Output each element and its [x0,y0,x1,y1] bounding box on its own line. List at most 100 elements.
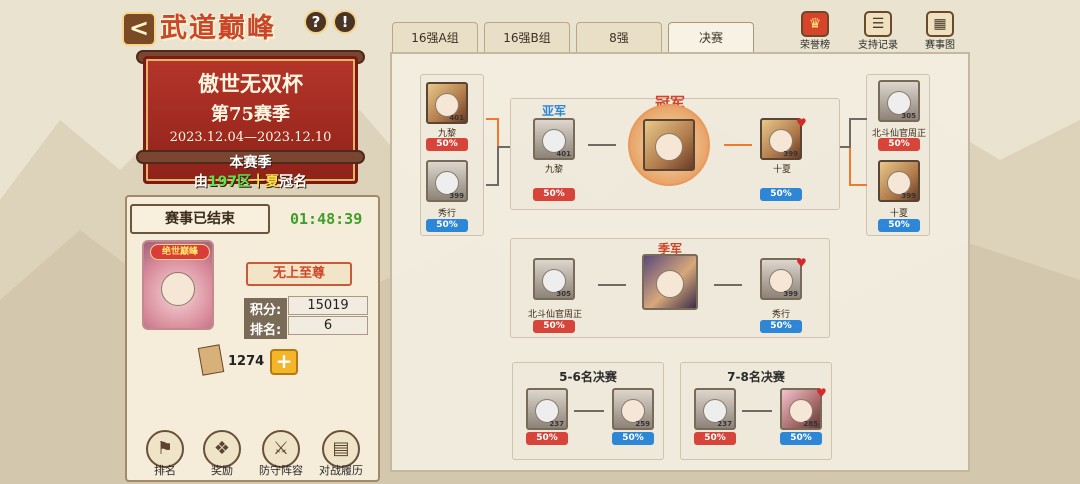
support-percent: 50% [878,138,920,151]
player-name: 十夏 [772,165,791,175]
third-place-winner-portrait[interactable] [642,254,698,310]
cup-name: 傲世无双杯 [198,71,303,96]
connector-line [849,118,851,148]
player-portrait[interactable]: 305 [533,258,575,300]
tab-16b[interactable]: 16强B组 [484,22,570,52]
player-portrait[interactable]: 399 [426,160,468,202]
player-level: 401 [449,114,464,122]
add-currency-button[interactable]: + [270,349,298,375]
season-number: 第75赛季 [210,104,291,125]
map-label: 赛事图 [925,40,955,51]
season-dates: 2023.12.04—2023.12.10 [169,130,332,145]
tab-16a[interactable]: 16强A组 [392,22,478,52]
sponsor-suffix: 冠名 [279,174,308,190]
honor-label: 荣誉榜 [800,40,830,51]
player-level: 285 [803,420,818,428]
nav-label-reward: 奖励 [211,464,233,477]
player-level: 399 [783,150,798,158]
currency-count: 1274 [228,354,265,369]
player-name: 九黎 [544,165,563,175]
heart-icon: ♥ [796,116,807,130]
score-label: 积分: [244,298,288,319]
sponsor-line1: 本赛季 [229,155,272,171]
event-status: 赛事已结束 [130,204,270,234]
help-button[interactable]: ? [304,10,328,34]
player-portrait[interactable]: 399 [878,160,920,202]
back-button[interactable]: < [122,12,156,46]
portrait-face [656,270,684,298]
tab-final[interactable]: 决赛 [668,22,754,52]
connector-line [742,410,772,412]
support-percent: 50% [760,188,802,201]
avatar-face [161,272,195,306]
rank-value: 6 [288,316,368,335]
heart-icon: ♥ [796,256,807,270]
player-portrait[interactable]: 237 [526,388,568,430]
connector-line [497,118,499,146]
support-label: 支持记录 [858,40,898,51]
scroll-icon[interactable]: ☰ [864,11,892,37]
sponsor-server: 197区 [207,174,252,190]
connector-line [724,144,752,146]
support-percent: 50% [426,138,468,151]
player-portrait[interactable]: 305 [878,80,920,122]
nav-label-rank: 排名 [154,464,176,477]
title-badge: 无上至尊 [246,262,352,286]
ticket-icon [197,344,225,376]
support-percent: 50% [694,432,736,445]
player-level: 237 [549,420,564,428]
player-level: 399 [783,290,798,298]
seventh-place-label: 7-8名决赛 [727,370,785,384]
player-level: 399 [901,192,916,200]
portrait-face [655,133,683,161]
player-level: 305 [901,112,916,120]
sponsor-prefix: 由 [193,174,208,190]
support-percent: 50% [760,320,802,333]
runner-up-label: 亚军 [541,104,566,118]
support-percent: 50% [533,320,575,333]
player-name: 秀行 [771,310,790,320]
connector-line [598,284,626,286]
player-level: 401 [556,150,571,158]
nav-label-defense: 防守阵容 [259,464,303,477]
tab-8[interactable]: 8强 [576,22,662,52]
connector-line [849,148,851,184]
event-timer: 01:48:39 [290,210,363,228]
player-name: 秀行 [437,209,456,219]
player-level: 259 [635,420,650,428]
connector-line [588,144,616,146]
trophy-icon[interactable]: ♛ [801,11,829,37]
support-percent: 50% [878,219,920,232]
player-level: 399 [449,192,464,200]
nav-label-history: 对战履历 [319,464,363,477]
player-portrait[interactable]: 237 [694,388,736,430]
connector-line [499,146,510,148]
map-icon[interactable]: ▦ [926,11,954,37]
connector-line [849,118,867,120]
rank-badge: 绝世巅峰 [150,244,210,260]
book-icon: ▤ [332,438,350,459]
player-portrait[interactable]: 259 [612,388,654,430]
info-button[interactable]: ! [333,10,357,34]
player-level: 305 [556,290,571,298]
player-portrait[interactable]: 401 [426,82,468,124]
sponsor-name: 十夏 [251,174,280,190]
game-title: 武道巅峰 [160,13,276,44]
support-percent: 50% [612,432,654,445]
connector-line [849,184,867,186]
connector-line [714,284,742,286]
player-name: 十夏 [889,209,908,219]
support-percent: 50% [780,432,822,445]
connector-line [497,146,499,186]
heart-icon: ♥ [816,386,827,400]
sponsor-line2: 由197区十夏冠名 [143,171,358,191]
player-level: 237 [717,420,732,428]
runner-up-portrait[interactable]: 401 [533,118,575,160]
rank-icon: ⚑ [156,438,174,459]
support-percent: 50% [526,432,568,445]
support-percent: 50% [426,219,468,232]
champion-portrait[interactable] [643,119,695,171]
fifth-place-label: 5-6名决赛 [559,370,617,384]
support-percent: 50% [533,188,575,201]
flags-icon: ⚔ [272,438,290,459]
